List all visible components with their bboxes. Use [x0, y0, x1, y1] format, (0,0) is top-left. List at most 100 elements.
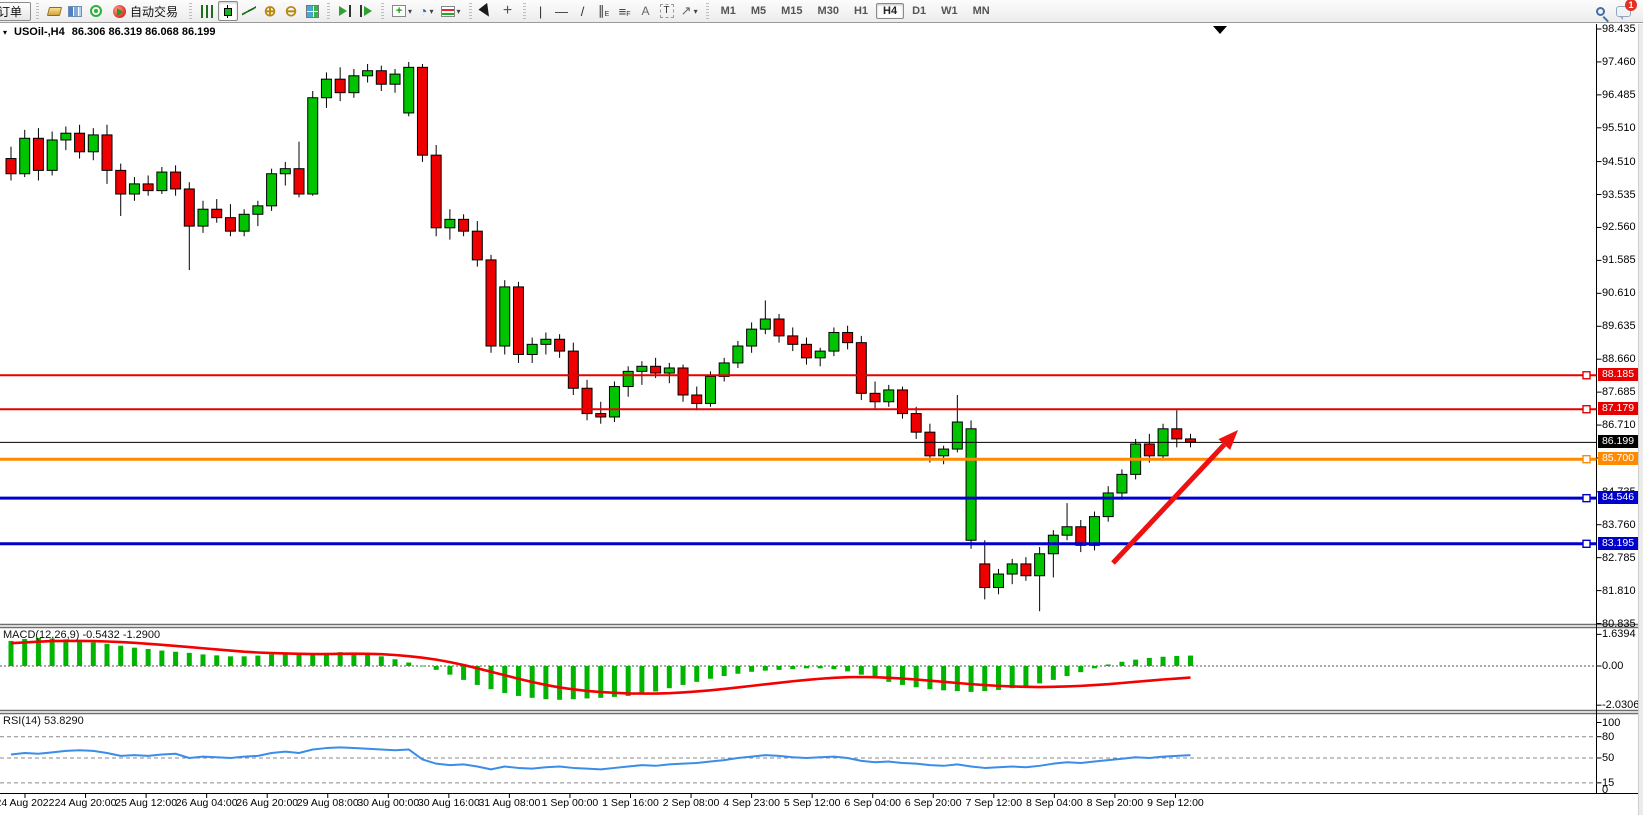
time-tick-label: 30 Aug 00:00	[357, 797, 419, 809]
chart-symbol-period: USOil-,H4	[14, 26, 65, 38]
auto-trading-icon	[113, 5, 126, 18]
price-level-badge: 88.185	[1598, 368, 1638, 381]
candlestick-chart-icon[interactable]	[218, 1, 238, 21]
zoom-in-icon[interactable]: ⊕	[260, 1, 280, 21]
timeframe-M5[interactable]: M5	[744, 3, 773, 19]
price-tick-label: 98.435	[1602, 23, 1636, 35]
tile-windows-icon[interactable]	[302, 1, 322, 21]
rsi-scale-label: 100	[1602, 717, 1620, 729]
price-level-badge: 85.700	[1598, 452, 1638, 465]
price-tick-label: 86.710	[1602, 419, 1636, 431]
price-level-badge: 83.195	[1598, 537, 1638, 550]
notification-badge: 1	[1625, 0, 1637, 11]
macd-scale-label: -2.0306	[1602, 699, 1639, 711]
timeframe-D1[interactable]: D1	[905, 3, 933, 19]
toolbar-grip	[327, 3, 330, 19]
crosshair-icon[interactable]: +	[498, 1, 518, 21]
price-tick-label: 88.660	[1602, 353, 1636, 365]
clock-icon: ◔	[419, 3, 427, 19]
price-tick-label: 87.685	[1602, 386, 1636, 398]
macd-scale-label: 1.6394	[1602, 628, 1636, 640]
price-tick-label: 94.510	[1602, 156, 1636, 168]
price-tick-label: 83.760	[1602, 519, 1636, 531]
price-tick-label: 89.635	[1602, 320, 1636, 332]
time-tick-label: 24 Aug 20:00	[55, 797, 117, 809]
chevron-down-icon: ▾	[457, 7, 461, 16]
price-level-badge: 84.546	[1598, 491, 1638, 504]
timeframe-H4[interactable]: H4	[876, 3, 904, 19]
chart-canvas[interactable]	[0, 0, 1643, 815]
auto-scroll-icon[interactable]	[335, 1, 355, 21]
time-tick-label: 8 Sep 04:00	[1026, 797, 1083, 809]
time-tick-label: 6 Sep 20:00	[905, 797, 962, 809]
bar-chart-icon[interactable]	[197, 1, 217, 21]
time-tick-label: 2 Sep 08:00	[663, 797, 720, 809]
time-tick-label: 26 Aug 20:00	[236, 797, 298, 809]
time-tick-label: 30 Aug 16:00	[418, 797, 480, 809]
time-tick-label: 6 Sep 04:00	[844, 797, 901, 809]
price-tick-label: 91.585	[1602, 254, 1636, 266]
timeframe-W1[interactable]: W1	[934, 3, 965, 19]
toolbar-grip	[36, 3, 39, 19]
signal-icon[interactable]	[86, 1, 106, 21]
time-tick-label: 1 Sep 00:00	[542, 797, 599, 809]
price-tick-label: 90.610	[1602, 287, 1636, 299]
horizontal-line-icon[interactable]: —	[552, 1, 572, 21]
time-tick-label: 29 Aug 08:00	[297, 797, 359, 809]
time-tick-label: 31 Aug 08:00	[478, 797, 540, 809]
time-tick-label: 25 Aug 12:00	[115, 797, 177, 809]
macd-scale-label: 0.00	[1602, 660, 1623, 672]
auto-trading-button[interactable]: 自动交易	[107, 2, 184, 21]
line-chart-icon[interactable]	[239, 1, 259, 21]
timeframe-H1[interactable]: H1	[847, 3, 875, 19]
cursor-icon[interactable]	[477, 1, 497, 21]
right-edge-strip	[1638, 24, 1643, 815]
chevron-down-icon: ▾	[430, 7, 434, 16]
fibonacci-icon[interactable]: ≡F	[615, 1, 635, 21]
rsi-scale-label: 50	[1602, 752, 1614, 764]
toolbar-grip	[189, 3, 192, 19]
text-label-icon[interactable]: T	[657, 1, 677, 21]
timeframe-M15[interactable]: M15	[774, 3, 809, 19]
templates-icon[interactable]: ▾	[438, 1, 464, 21]
equidistant-channel-icon[interactable]: ∥E	[594, 1, 614, 21]
time-tick-label: 26 Aug 04:00	[176, 797, 238, 809]
price-tick-label: 97.460	[1602, 56, 1636, 68]
chevron-down-icon: ▾	[694, 7, 698, 16]
market-window-icon[interactable]	[65, 1, 85, 21]
zoom-out-icon[interactable]: ⊖	[281, 1, 301, 21]
periods-icon[interactable]: ◔▾	[416, 1, 436, 21]
timeframe-MN[interactable]: MN	[966, 3, 997, 19]
price-tick-label: 95.510	[1602, 122, 1636, 134]
time-axis[interactable]: 24 Aug 202224 Aug 20:0025 Aug 12:0026 Au…	[0, 794, 1643, 815]
toolbar: 订单 自动交易 ⊕ ⊖ +▾ ◔▾ ▾ + | — / ∥E ≡F A T ↗▾…	[0, 0, 1643, 23]
trendline-icon[interactable]: /	[573, 1, 593, 21]
indicators-icon[interactable]: +▾	[389, 1, 415, 21]
price-tick-label: 92.560	[1602, 221, 1636, 233]
gold-icon[interactable]	[44, 1, 64, 21]
macd-indicator-label: MACD(12,26,9) -0.5432 -1.2900	[3, 629, 160, 641]
chart-dropdown-icon[interactable]: ▾	[3, 28, 7, 37]
chart-ohlc-values: 86.306 86.319 86.068 86.199	[72, 26, 216, 38]
price-level-badge: 87.179	[1598, 402, 1638, 415]
toolbar-grip	[469, 3, 472, 19]
time-tick-label: 5 Sep 12:00	[784, 797, 841, 809]
time-tick-label: 1 Sep 16:00	[602, 797, 659, 809]
text-icon[interactable]: A	[636, 1, 656, 21]
timeframe-M1[interactable]: M1	[714, 3, 743, 19]
timeframe-M30[interactable]: M30	[811, 3, 846, 19]
search-icon[interactable]	[1592, 1, 1612, 21]
vertical-line-icon[interactable]: |	[531, 1, 551, 21]
chart-shift-icon[interactable]	[356, 1, 376, 21]
time-tick-label: 9 Sep 12:00	[1147, 797, 1204, 809]
price-tick-label: 82.785	[1602, 552, 1636, 564]
price-tick-label: 96.485	[1602, 89, 1636, 101]
chat-icon[interactable]: 1	[1613, 1, 1634, 21]
price-tick-label: 81.810	[1602, 585, 1636, 597]
toolbar-grip	[381, 3, 384, 19]
time-tick-label: 7 Sep 12:00	[965, 797, 1022, 809]
new-order-button[interactable]: 订单	[0, 2, 31, 21]
chart-title: ▾ USOil-,H4 86.306 86.319 86.068 86.199	[3, 26, 216, 38]
rsi-indicator-label: RSI(14) 53.8290	[3, 715, 84, 727]
arrows-icon[interactable]: ↗▾	[678, 1, 701, 21]
